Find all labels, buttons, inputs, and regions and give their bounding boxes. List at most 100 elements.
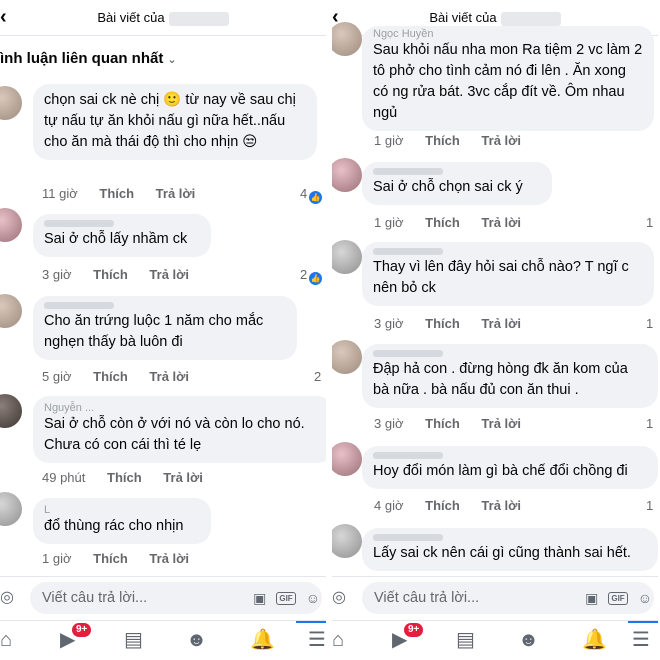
comment-time: 3 giờ	[374, 416, 404, 431]
page-title: Bài viết của	[0, 10, 326, 26]
reaction-count[interactable]: 2 👍	[300, 267, 323, 285]
avatar[interactable]	[332, 22, 362, 56]
like-button[interactable]: Thích	[93, 267, 128, 282]
home-icon[interactable]: ⌂	[332, 629, 344, 651]
commenter-name[interactable]: L	[44, 504, 200, 516]
commenter-name[interactable]: Ngọc Huyền	[373, 28, 643, 40]
like-button[interactable]: Thích	[425, 498, 460, 513]
left-screenshot-panel: ‹ Bài viết của ình luận liên quan nhất ⌄ …	[0, 0, 326, 660]
groups-icon[interactable]: ☻	[186, 629, 207, 651]
reply-button[interactable]: Trả lời	[481, 133, 521, 148]
avatar[interactable]	[0, 86, 22, 120]
reply-input[interactable]: Viết câu trả lời... ▣ GIF ☺	[30, 582, 322, 614]
like-button[interactable]: Thích	[425, 133, 460, 148]
avatar[interactable]	[0, 492, 22, 526]
comment-filter-dropdown[interactable]: ình luận liên quan nhất ⌄	[0, 50, 177, 67]
reaction-count[interactable]: 1	[646, 498, 653, 513]
blurred-commenter-name	[373, 168, 443, 175]
comment-bubble: Đập hả con . đừng hòng đk ăn kom của bà …	[362, 344, 658, 408]
like-button[interactable]: Thích	[107, 470, 142, 485]
groups-icon[interactable]: ☻	[518, 629, 539, 651]
reply-button[interactable]: Trả lời	[163, 470, 203, 485]
comment-bubble: Hoy đổi món làm gì bà chế đổi chồng đi	[362, 446, 658, 489]
reply-button[interactable]: Trả lời	[149, 267, 189, 282]
like-icon: 👍	[309, 191, 323, 204]
like-button[interactable]: Thích	[93, 551, 128, 566]
avatar[interactable]	[0, 294, 22, 328]
like-button[interactable]: Thích	[93, 369, 128, 384]
menu-icon[interactable]: ☰	[632, 629, 650, 651]
reaction-count-text: 1	[646, 316, 654, 331]
comment-time: 1 giờ	[374, 215, 404, 230]
comment-text: Sau khỏi nấu nha mon Ra tiệm 2 vc làm 2 …	[373, 42, 643, 121]
active-tab-indicator	[296, 621, 326, 623]
reply-button[interactable]: Trả lời	[481, 416, 521, 431]
top-bar: ‹ Bài viết của	[0, 0, 326, 36]
comment-actions: 11 giờ Thích Trả lời	[42, 186, 213, 201]
avatar[interactable]	[332, 340, 362, 374]
marketplace-icon[interactable]: ▤	[456, 629, 475, 651]
reaction-count[interactable]: 4 👍	[300, 186, 323, 204]
avatar[interactable]	[0, 208, 22, 242]
reply-bar: ◎ Viết câu trả lời... ▣ GIF ☺	[332, 576, 658, 618]
commenter-name[interactable]: Nguyễn ...	[44, 402, 322, 414]
reaction-count[interactable]: 1	[646, 215, 653, 230]
reply-button[interactable]: Trả lời	[481, 498, 521, 513]
camera-icon[interactable]: ◎	[332, 587, 346, 607]
avatar[interactable]	[332, 240, 362, 274]
reaction-count-text: 1	[646, 498, 654, 513]
comment-text: Lấy sai ck nên cái gì cũng thành sai hết…	[373, 545, 631, 561]
watch-icon[interactable]: ▶ 9+	[392, 623, 424, 651]
menu-icon[interactable]: ☰	[308, 629, 326, 651]
blurred-commenter-name	[373, 534, 443, 541]
sticker-icon[interactable]: ▣	[253, 590, 266, 606]
avatar[interactable]	[0, 394, 22, 428]
page-title: Bài viết của	[332, 10, 658, 26]
avatar[interactable]	[332, 442, 362, 476]
emoji-icon[interactable]: ☺	[306, 590, 320, 606]
camera-icon[interactable]: ◎	[0, 587, 14, 607]
blurred-commenter-name	[373, 350, 443, 357]
reaction-count-text: 4	[300, 186, 308, 201]
reply-button[interactable]: Trả lời	[156, 186, 196, 201]
comment-actions: 3 giờ Thích Trả lời	[42, 267, 207, 282]
reply-button[interactable]: Trả lời	[149, 369, 189, 384]
reply-button[interactable]: Trả lời	[149, 551, 189, 566]
blurred-commenter-name	[44, 302, 114, 309]
comment-text: Sai ở chỗ chọn sai ck ý	[373, 179, 523, 195]
comment-bubble: Lấy sai ck nên cái gì cũng thành sai hết…	[362, 528, 658, 571]
watch-icon[interactable]: ▶ 9+	[60, 623, 92, 651]
avatar[interactable]	[332, 524, 362, 558]
reply-tools: ▣ GIF ☺	[575, 582, 652, 614]
comment-actions: 4 giờ Thích Trả lời	[374, 498, 539, 513]
reply-button[interactable]: Trả lời	[481, 316, 521, 331]
notification-badge: 9+	[404, 623, 424, 637]
emoji-icon[interactable]: ☺	[638, 590, 652, 606]
like-icon: 👍	[309, 272, 323, 285]
avatar[interactable]	[332, 158, 362, 192]
reaction-count[interactable]: 2	[314, 369, 321, 384]
comment-bubble: Thay vì lên đây hỏi sai chỗ nào? T ngĩ c…	[362, 242, 654, 306]
reply-button[interactable]: Trả lời	[481, 215, 521, 230]
comment-time: 5 giờ	[42, 369, 72, 384]
bell-icon[interactable]: 🔔	[582, 629, 607, 651]
gif-icon[interactable]: GIF	[276, 590, 296, 606]
like-button[interactable]: Thích	[425, 316, 460, 331]
blurred-commenter-name	[373, 452, 443, 459]
reply-input[interactable]: Viết câu trả lời... ▣ GIF ☺	[362, 582, 654, 614]
reaction-count[interactable]: 1	[646, 416, 653, 431]
like-button[interactable]: Thích	[425, 416, 460, 431]
like-button[interactable]: Thích	[99, 186, 134, 201]
page-title-text: Bài viết của	[429, 10, 497, 25]
gif-icon[interactable]: GIF	[608, 590, 628, 606]
comment-bubble: Sai ở chỗ lấy nhầm ck	[33, 214, 211, 257]
marketplace-icon[interactable]: ▤	[124, 629, 143, 651]
right-screenshot-panel: ‹ Bài viết của Ngọc Huyền Sau khỏi nấu n…	[332, 0, 658, 660]
reaction-count[interactable]: 1	[646, 316, 653, 331]
like-button[interactable]: Thích	[425, 215, 460, 230]
home-icon[interactable]: ⌂	[0, 629, 12, 651]
comment-text: Cho ăn trứng luộc 1 năm cho mắc nghẹn th…	[44, 313, 264, 350]
sticker-icon[interactable]: ▣	[585, 590, 598, 606]
bell-icon[interactable]: 🔔	[250, 629, 275, 651]
comment-actions: 1 giờ Thích Trả lời	[374, 215, 539, 230]
